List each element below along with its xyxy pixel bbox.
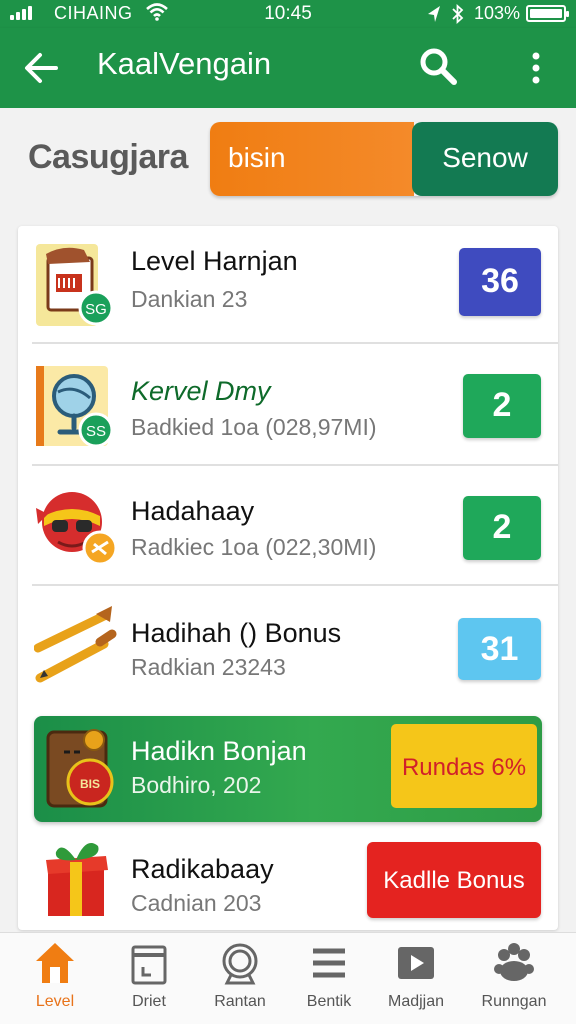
nav-label: Madjjan bbox=[387, 993, 445, 1010]
search-icon[interactable] bbox=[418, 46, 458, 86]
svg-text:BIS: BIS bbox=[80, 777, 100, 791]
item-subtitle: Radkiec 1oa (022,30MI) bbox=[131, 534, 377, 560]
location-icon bbox=[428, 6, 440, 22]
subheader: Casugjara bisin Senow bbox=[0, 108, 576, 220]
tab-left[interactable]: bisin bbox=[210, 122, 414, 196]
mascot-icon bbox=[36, 492, 118, 566]
nav-item-rantan[interactable]: Rantan bbox=[192, 941, 288, 1021]
count-badge: 36 bbox=[459, 248, 541, 316]
count-badge: 31 bbox=[458, 618, 541, 680]
calendar-book-icon: SG bbox=[36, 244, 114, 326]
item-title: Hadahaay bbox=[131, 496, 255, 526]
item-title: Kervel Dmy bbox=[131, 376, 271, 406]
nav-item-driet[interactable]: Driet bbox=[101, 941, 197, 1021]
status-bar: CIHAING 10:45 103% bbox=[0, 0, 576, 28]
menu-icon bbox=[313, 948, 345, 978]
nav-label: Rantan bbox=[214, 993, 266, 1010]
pencils-icon bbox=[34, 606, 117, 683]
app-bar: KaalVengain bbox=[0, 28, 576, 108]
page-title: KaalVengain bbox=[97, 46, 272, 81]
nav-label: Runngan bbox=[481, 993, 547, 1010]
bottom-nav: Level Driet Rantan Bentik Madjjan Runnga… bbox=[0, 932, 576, 1024]
nav-label: Driet bbox=[132, 993, 166, 1010]
list-item[interactable]: Radikabaay Cadnian 203 Kadlle Bonus bbox=[18, 832, 558, 930]
bluetooth-icon bbox=[452, 4, 464, 24]
bonus-button[interactable]: Kadlle Bonus bbox=[367, 842, 541, 918]
promo-subtitle: Bodhiro, 202 bbox=[131, 772, 262, 798]
list-item[interactable]: SG Level Harnjan Dankian 23 36 bbox=[18, 226, 558, 344]
promo-banner[interactable]: BIS Hadikn Bonjan Bodhiro, 202 Rundas 6% bbox=[34, 716, 542, 822]
more-vert-icon[interactable] bbox=[526, 48, 546, 88]
gift-icon bbox=[46, 843, 108, 916]
item-subtitle: Dankian 23 bbox=[131, 286, 248, 312]
battery-percent: 103% bbox=[474, 3, 521, 23]
globe-lamp-icon: SS bbox=[36, 366, 114, 448]
nav-label: Bentik bbox=[306, 993, 352, 1010]
tab-right[interactable]: Senow bbox=[412, 122, 558, 196]
back-arrow-icon[interactable] bbox=[22, 50, 62, 86]
calendar-icon bbox=[131, 945, 167, 985]
list-item[interactable]: SS Kervel Dmy Badkied 1oa (028,97MI) 2 bbox=[18, 344, 558, 466]
item-subtitle: Badkied 1oa (028,97MI) bbox=[131, 414, 377, 440]
nav-item-level[interactable]: Level bbox=[7, 941, 103, 1021]
badge-icon bbox=[222, 943, 258, 985]
nav-item-bentik[interactable]: Bentik bbox=[281, 941, 377, 1021]
rewards-list: SG Level Harnjan Dankian 23 36 SS Kervel… bbox=[18, 226, 558, 930]
item-title: Level Harnjan bbox=[131, 246, 298, 276]
segmented-control: bisin Senow bbox=[210, 122, 558, 196]
nav-item-runngan[interactable]: Runngan bbox=[466, 941, 562, 1021]
nav-item-madjjan[interactable]: Madjjan bbox=[368, 941, 464, 1021]
item-title: Hadihah () Bonus bbox=[131, 618, 342, 648]
nav-label: Level bbox=[35, 993, 75, 1010]
list-item[interactable]: Hadahaay Radkiec 1oa (022,30MI) 2 bbox=[18, 466, 558, 586]
paw-icon bbox=[494, 943, 534, 981]
count-badge: 2 bbox=[463, 496, 541, 560]
svg-text:SS: SS bbox=[86, 423, 106, 440]
play-icon bbox=[398, 947, 434, 979]
svg-text:SG: SG bbox=[85, 301, 107, 318]
promo-button[interactable]: Rundas 6% bbox=[391, 724, 537, 808]
battery-icon bbox=[526, 5, 569, 22]
promo-title: Hadikn Bonjan bbox=[131, 736, 307, 766]
section-label: Casugjara bbox=[28, 138, 188, 176]
wallet-icon: BIS bbox=[46, 729, 114, 808]
item-subtitle: Radkian 23243 bbox=[131, 654, 286, 680]
home-icon bbox=[36, 943, 74, 983]
item-title: Radikabaay bbox=[131, 854, 274, 884]
item-subtitle: Cadnian 203 bbox=[131, 890, 262, 916]
list-item[interactable]: Hadihah () Bonus Radkian 23243 31 bbox=[18, 586, 558, 704]
count-badge: 2 bbox=[463, 374, 541, 438]
